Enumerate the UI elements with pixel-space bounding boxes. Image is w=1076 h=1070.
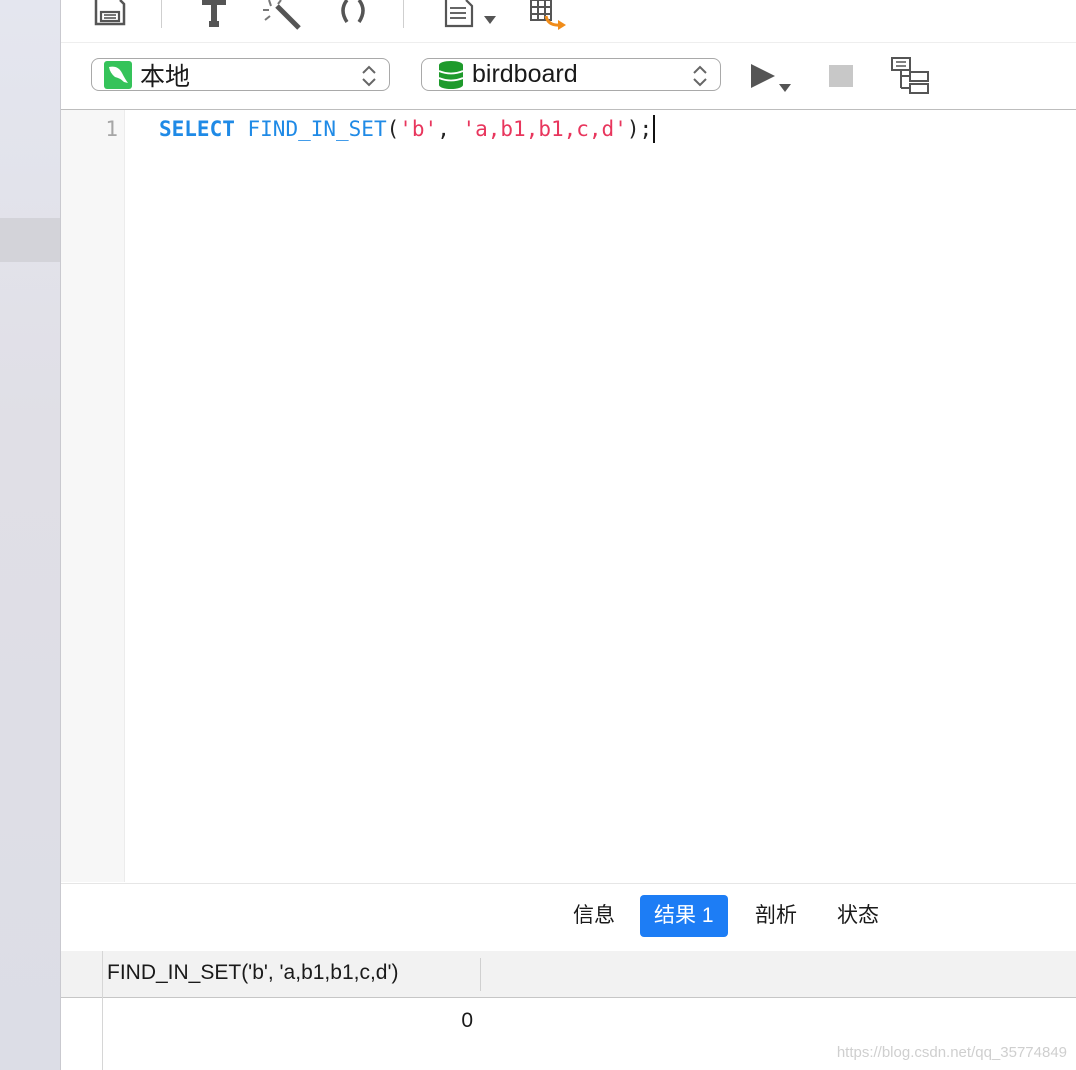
explain-icon[interactable] [891,57,931,100]
sidebar-selected-item[interactable] [0,218,60,262]
chevron-up-down-icon [692,64,708,93]
sql-function: FIND_IN_SET [247,117,387,141]
document-icon[interactable] [444,0,500,35]
sql-comma: , [437,117,463,141]
magic-wand-icon[interactable] [263,0,303,35]
sql-editor[interactable]: 1 SELECT FIND_IN_SET('b', 'a,b1,b1,c,d')… [61,110,1076,882]
query-toolbar: 本地 birdboard [61,43,1076,110]
pin-icon[interactable] [200,0,228,33]
text-caret [653,115,656,143]
sql-keyword: SELECT [159,117,235,141]
line-number: 1 [105,117,118,141]
row-number-gutter [61,951,103,1070]
chevron-up-down-icon [361,64,377,93]
sql-close: ); [626,117,653,141]
tab-result-1[interactable]: 结果 1 [640,895,728,937]
sql-string-arg2: 'a,b1,b1,c,d' [462,117,627,141]
toolbar-separator [403,0,404,28]
result-tabs: 信息 结果 1 剖析 状态 [61,883,1076,952]
connection-select[interactable]: 本地 [91,58,390,91]
database-icon [438,60,464,89]
column-separator[interactable] [480,958,481,991]
database-select[interactable]: birdboard [421,58,721,91]
top-toolbar [61,0,1076,43]
line-number-gutter: 1 [61,110,125,882]
column-header[interactable]: FIND_IN_SET('b', 'a,b1,b1,c,d') [107,961,398,985]
tab-profile[interactable]: 剖析 [741,895,811,937]
parentheses-icon[interactable] [337,0,369,31]
stop-button[interactable] [829,65,853,87]
toolbar-separator [161,0,162,28]
database-select-value: birdboard [472,60,578,88]
sql-open-paren: ( [386,117,400,141]
save-icon[interactable] [94,0,128,33]
connection-select-value: 本地 [140,62,191,91]
tab-info[interactable]: 信息 [559,895,629,937]
table-export-icon[interactable] [530,0,570,35]
sql-string-arg1: 'b' [399,117,438,141]
code-line[interactable]: SELECT FIND_IN_SET('b', 'a,b1,b1,c,d'); [159,115,656,143]
tab-status[interactable]: 状态 [823,895,893,937]
sidebar [0,0,61,1070]
table-cell[interactable]: 0 [103,1009,473,1033]
watermark: https://blog.csdn.net/qq_35774849 [836,1044,1067,1061]
run-button[interactable] [750,63,794,100]
mysql-connection-icon [104,60,132,89]
